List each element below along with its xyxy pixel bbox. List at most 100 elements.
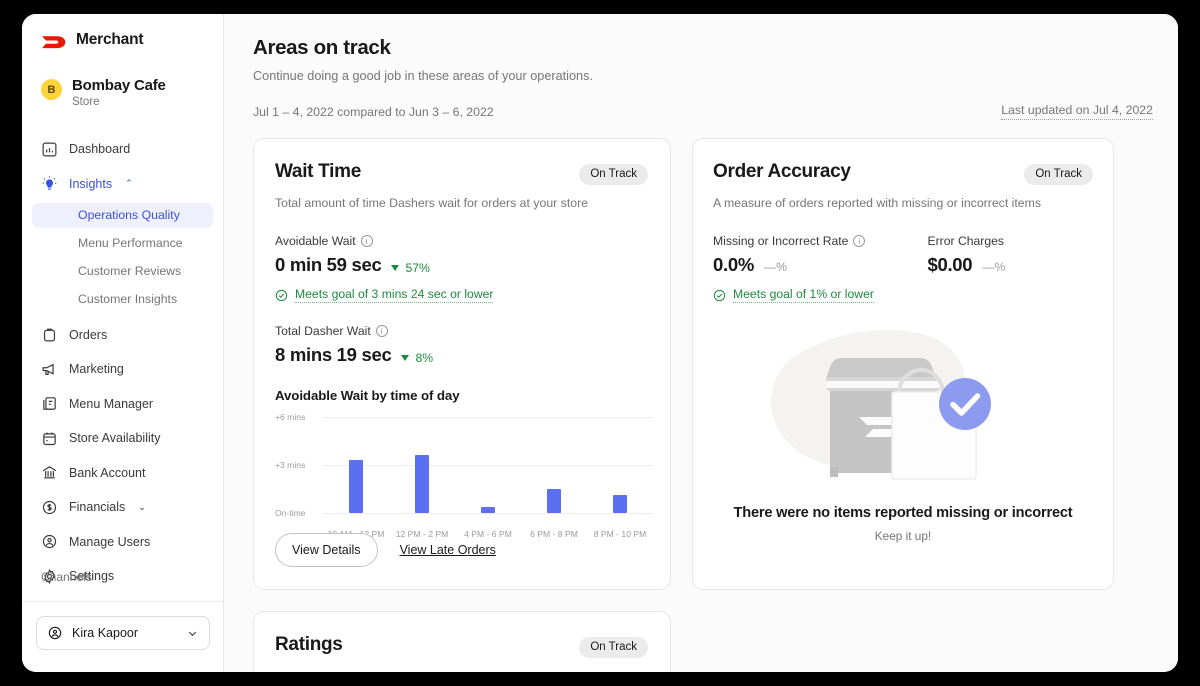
- store-name: Bombay Cafe: [72, 77, 166, 94]
- arrow-down-icon: [391, 265, 400, 271]
- card-header: Wait Time On Track: [275, 161, 648, 185]
- chart-bar[interactable]: [481, 506, 495, 513]
- delivery-bag-check-illustration: [770, 330, 991, 480]
- error-charges-metric: Error Charges $0.00 —%: [927, 234, 1005, 276]
- card-title: Order Accuracy: [713, 161, 851, 182]
- date-range-comparison: Jul 1 – 4, 2022 compared to Jun 3 – 6, 2…: [253, 104, 494, 119]
- chart-bar-slot: [587, 417, 653, 513]
- brand-name: Merchant: [76, 31, 144, 48]
- sidebar-subitem-label: Customer Reviews: [78, 264, 182, 278]
- store-switcher[interactable]: B Bombay Cafe Store: [22, 49, 223, 108]
- sidebar-item-store-availability[interactable]: Store Availability: [22, 423, 223, 453]
- main-content: Areas on track Continue doing a good job…: [224, 14, 1178, 672]
- chart-bar-slot: [521, 417, 587, 513]
- card-header: Ratings On Track: [275, 634, 648, 658]
- goal-text[interactable]: Meets goal of 1% or lower: [733, 287, 874, 303]
- sidebar-item-label: Insights: [69, 176, 113, 191]
- sidebar-item-menu-manager[interactable]: Menu Manager: [22, 389, 223, 419]
- sidebar-item-menu-performance[interactable]: Menu Performance: [32, 231, 213, 256]
- user-account-dropdown[interactable]: Kira Kapoor: [36, 616, 210, 650]
- sidebar-item-label: Store Availability: [69, 431, 161, 445]
- info-icon[interactable]: i: [853, 235, 866, 247]
- brand-header[interactable]: Merchant: [22, 14, 223, 49]
- sidebar-item-customer-insights[interactable]: Customer Insights: [32, 287, 213, 312]
- chart-bar[interactable]: [547, 489, 561, 513]
- chart-plot-area: +6 mins +3 mins On-time: [275, 412, 653, 518]
- card-header: Order Accuracy On Track: [713, 161, 1093, 185]
- avoidable-wait-delta: 57%: [391, 261, 430, 275]
- user-circle-icon: [48, 626, 62, 640]
- page-title: Areas on track: [253, 36, 391, 59]
- wait-time-card: Wait Time On Track Total amount of time …: [253, 138, 671, 590]
- chart-bar[interactable]: [415, 455, 429, 513]
- chart-y-axis-label: +6 mins: [275, 412, 306, 422]
- metric-label-text: Total Dasher Wait: [275, 324, 371, 338]
- bag-icon: [43, 328, 56, 342]
- sidebar-item-insights[interactable]: Insights ⌃: [22, 169, 223, 199]
- avoidable-wait-value: 0 min 59 sec: [275, 254, 382, 275]
- store-avatar: B: [41, 79, 62, 100]
- sidebar-item-orders[interactable]: Orders: [22, 320, 223, 350]
- view-details-button[interactable]: View Details: [275, 533, 378, 567]
- info-icon[interactable]: i: [375, 325, 388, 337]
- ratings-card: Ratings On Track: [253, 611, 671, 672]
- insights-subnav: Operations Quality Menu Performance Cust…: [22, 202, 223, 312]
- arrow-down-icon: [401, 355, 410, 361]
- sidebar-item-customer-reviews[interactable]: Customer Reviews: [32, 259, 213, 284]
- sidebar-subitem-label: Customer Insights: [78, 292, 178, 306]
- error-charges-value: $0.00: [927, 254, 973, 275]
- sidebar-item-financials[interactable]: Financials ⌄: [22, 492, 223, 522]
- missing-incorrect-rate-value: 0.0%: [713, 254, 754, 275]
- page-subtitle: Continue doing a good job in these areas…: [253, 69, 593, 83]
- chevron-down-icon: ⌄: [138, 501, 146, 512]
- menu-book-icon: [43, 397, 56, 410]
- error-charges-row: $0.00 —%: [927, 254, 1005, 276]
- check-circle-icon: [275, 289, 288, 301]
- missing-incorrect-rate-delta: —%: [763, 260, 787, 274]
- missing-incorrect-rate-row: 0.0% —%: [713, 254, 865, 276]
- total-dasher-wait-delta: 8%: [401, 351, 433, 365]
- sidebar-item-marketing[interactable]: Marketing: [22, 354, 223, 384]
- meta-row: Jul 1 – 4, 2022 compared to Jun 3 – 6, 2…: [253, 103, 1153, 120]
- metric-label-text: Avoidable Wait: [275, 234, 356, 248]
- sidebar-item-bank-account[interactable]: Bank Account: [22, 458, 223, 488]
- view-late-orders-link[interactable]: View Late Orders: [400, 543, 496, 557]
- avoidable-wait-row: 0 min 59 sec 57%: [275, 254, 648, 276]
- chart-y-axis-label: On-time: [275, 508, 306, 518]
- card-title: Ratings: [275, 634, 343, 655]
- total-dasher-wait-value: 8 mins 19 sec: [275, 344, 392, 365]
- accuracy-metrics: Missing or Incorrect Rate i 0.0% —% Erro…: [713, 234, 1093, 276]
- chart-gridline: [323, 513, 653, 514]
- sidebar-subitem-label: Menu Performance: [78, 236, 183, 250]
- sidebar-divider: [22, 601, 223, 602]
- goal-text[interactable]: Meets goal of 3 mins 24 sec or lower: [295, 287, 494, 303]
- sidebar-item-dashboard[interactable]: Dashboard: [22, 134, 223, 164]
- megaphone-icon: [42, 363, 54, 375]
- chart-bar[interactable]: [613, 495, 627, 513]
- sidebar-item-operations-quality[interactable]: Operations Quality: [32, 202, 213, 228]
- status-badge: On Track: [579, 637, 648, 658]
- check-circle-icon: [713, 289, 726, 301]
- chart-title: Avoidable Wait by time of day: [275, 388, 460, 403]
- chart-bar[interactable]: [349, 460, 363, 513]
- chevron-up-icon: ⌃: [125, 178, 133, 188]
- card-title: Wait Time: [275, 161, 361, 182]
- info-icon[interactable]: i: [360, 235, 373, 247]
- sidebar-item-label: Orders: [69, 327, 108, 342]
- user-name: Kira Kapoor: [72, 626, 139, 640]
- metric-label-text: Missing or Incorrect Rate: [713, 234, 849, 248]
- bank-icon: [42, 466, 57, 479]
- sidebar-subitem-label: Operations Quality: [78, 208, 180, 222]
- empty-state-subtitle: Keep it up!: [874, 529, 932, 543]
- last-updated-label[interactable]: Last updated on Jul 4, 2022: [1001, 103, 1153, 120]
- chart-x-tick-label: 6 PM - 8 PM: [530, 529, 578, 539]
- delta-text: 8%: [415, 351, 434, 365]
- sidebar-item-manage-users[interactable]: Manage Users: [22, 527, 223, 557]
- doordash-logo-icon: [42, 36, 66, 49]
- empty-state-title: There were no items reported missing or …: [733, 505, 1073, 521]
- store-type: Store: [72, 96, 100, 108]
- total-dasher-wait-row: 8 mins 19 sec 8%: [275, 344, 648, 366]
- card-description: A measure of orders reported with missin…: [713, 196, 1042, 210]
- wait-time-actions: View Details View Late Orders: [275, 533, 496, 567]
- metric-label-text: Error Charges: [927, 234, 1005, 248]
